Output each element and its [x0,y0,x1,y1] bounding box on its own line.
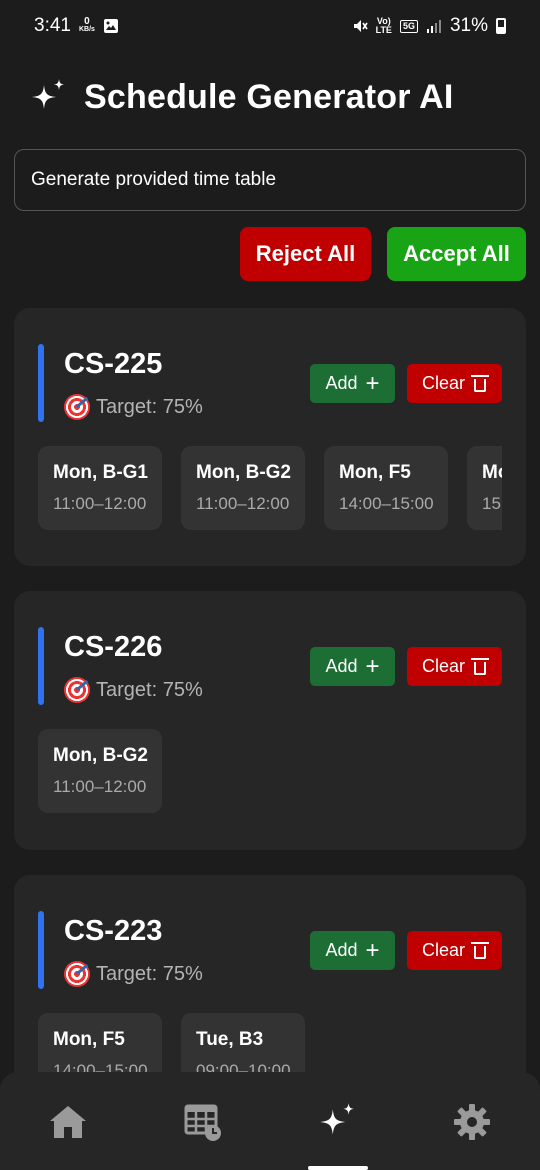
card-accent-bar [38,344,44,422]
gallery-icon [103,19,118,33]
slot-time: 11:00–12:00 [196,494,290,513]
course-target: Target: 75% [64,394,203,420]
target-icon [64,677,90,703]
course-card: CS-226 Target: 75% Add + Clear Mon, B-G2… [14,591,526,850]
active-tab-indicator [308,1166,368,1170]
prompt-input[interactable]: Generate provided time table [14,149,526,211]
slot-list[interactable]: Mon, B-G1 11:00–12:00 Mon, B-G2 11:00–12… [38,446,502,530]
slot-day: Mon, B-G2 [196,462,291,483]
trash-icon [471,375,489,392]
home-icon [50,1106,86,1138]
reject-all-button[interactable]: Reject All [240,227,371,281]
add-slot-button[interactable]: Add + [310,931,395,970]
net-speed-unit: KB/s [78,26,95,33]
slot-time: 11:00–12:00 [53,777,147,796]
clear-slots-button[interactable]: Clear [407,931,502,970]
add-slot-button[interactable]: Add + [310,647,395,686]
course-code: CS-225 [64,348,163,380]
nav-ai-generator[interactable] [315,1100,359,1144]
card-accent-bar [38,911,44,989]
schedule-icon [184,1104,221,1141]
clear-label: Clear [421,656,465,676]
nav-home[interactable] [46,1100,90,1144]
mute-icon [353,20,368,32]
slot-time: 14:00–15:00 [339,494,434,513]
network-type-badge: 5G [399,19,418,33]
add-slot-button[interactable]: Add + [310,364,395,403]
volte-bottom: LTE [375,25,392,35]
course-code: CS-223 [64,915,163,947]
slot-chip[interactable]: Mon, F5 14:00–15:00 [324,446,448,530]
net-speed: 0 KB/s [78,16,95,34]
plus-icon: + [365,369,380,397]
sparkle-icon [320,1103,354,1135]
card-accent-bar [38,627,44,705]
course-target: Target: 75% [64,677,203,703]
target-icon [64,394,90,420]
slot-list[interactable]: Mon, B-G2 11:00–12:00 [38,729,502,813]
sparkle-icon [32,79,64,109]
slot-day: Mon, B-G1 [53,462,148,483]
plus-icon: + [365,936,380,964]
volte-indicator: Vo) LTE [376,17,392,35]
gear-icon [454,1104,490,1140]
app-header: Schedule Generator AI [28,72,453,122]
accept-all-button[interactable]: Accept All [387,227,526,281]
nav-schedule[interactable] [181,1100,225,1144]
clear-label: Clear [421,940,465,960]
status-bar-right: Vo) LTE 5G 31% [352,15,506,37]
add-label: Add [325,940,358,960]
nav-settings[interactable] [450,1100,494,1144]
slot-chip[interactable]: Mon, B-G1 11:00–12:00 [38,446,162,530]
slot-time: 11:00–12:00 [53,494,147,513]
plus-icon: + [365,652,380,680]
slot-time: 15:00–16:00 [482,494,502,513]
clear-slots-button[interactable]: Clear [407,364,502,403]
add-label: Add [325,656,358,676]
clear-slots-button[interactable]: Clear [407,647,502,686]
add-label: Add [325,373,358,393]
clear-label: Clear [421,373,465,393]
net-speed-value: 0 [84,16,90,27]
course-code: CS-226 [64,631,163,663]
battery-percent: 31% [449,15,488,36]
target-label: Target: 75% [96,395,203,418]
status-bar: 3:41 0 KB/s Vo) LTE 5G 31% [0,0,540,52]
course-target: Target: 75% [64,961,203,987]
battery-icon [496,18,506,34]
slot-day: Mon, B-G2 [53,745,148,766]
slot-day: Tue, B3 [196,1029,264,1050]
page-title: Schedule Generator AI [84,77,454,116]
target-icon [64,961,90,987]
target-label: Target: 75% [96,678,203,701]
status-time: 3:41 [34,15,71,36]
signal-icon [426,20,441,33]
slot-chip[interactable]: Mon, B-G2 11:00–12:00 [38,729,162,813]
target-label: Target: 75% [96,962,203,985]
bottom-nav [0,1072,540,1170]
slot-day: Mon, F5 [339,462,411,483]
slot-day: Mon, F5 [482,462,502,483]
slot-day: Mon, F5 [53,1029,125,1050]
course-card: CS-225 Target: 75% Add + Clear Mon, B-G1… [14,308,526,566]
trash-icon [471,658,489,675]
trash-icon [471,942,489,959]
slot-chip[interactable]: Mon, F5 15:00–16:00 [467,446,502,530]
status-bar-left: 3:41 0 KB/s [34,15,119,37]
slot-chip[interactable]: Mon, B-G2 11:00–12:00 [181,446,305,530]
